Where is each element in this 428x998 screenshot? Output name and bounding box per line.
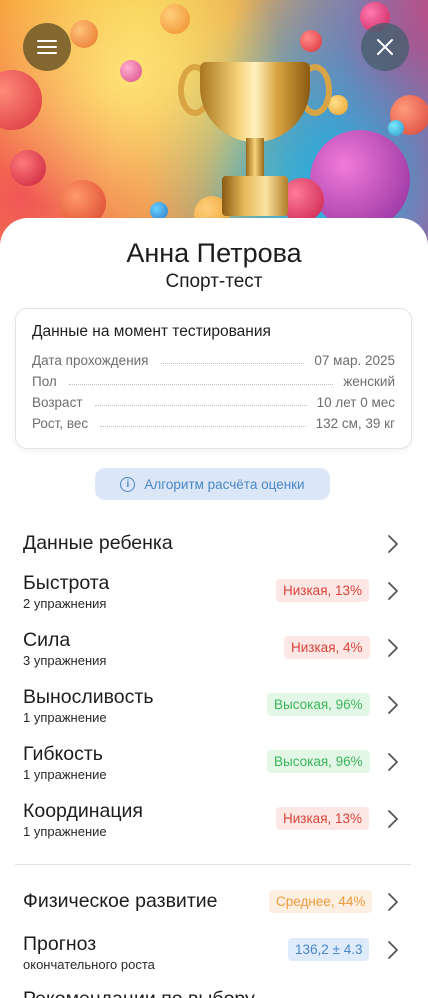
chevron-right-icon xyxy=(388,893,398,911)
menu-icon xyxy=(37,40,57,54)
section-row-physical-development[interactable]: Физическое развитие Среднее, 44% xyxy=(0,885,428,935)
section-row-child-data[interactable]: Данные ребенка xyxy=(0,526,428,576)
section-row-height-forecast[interactable]: Прогноз окончательного роста 136,2 ± 4.3 xyxy=(0,931,428,981)
trophy-image xyxy=(200,62,310,142)
chevron-right-icon xyxy=(388,639,398,657)
section-subtitle: 2 упражнения xyxy=(23,596,107,611)
test-info-row: Возраст 10 лет 0 мес xyxy=(32,389,395,410)
chevron-right-icon xyxy=(388,810,398,828)
profile-subtitle: Спорт-тест xyxy=(165,271,263,292)
profile-name: Анна Петрова xyxy=(126,238,302,268)
section-row-endurance[interactable]: Выносливость 1 упражнение Высокая, 96% xyxy=(0,684,428,734)
section-subtitle: 1 упражнение xyxy=(23,767,107,782)
status-badge: Низкая, 4% xyxy=(284,636,370,659)
test-info-value: женский xyxy=(343,374,395,389)
section-divider xyxy=(15,864,411,865)
section-subtitle: 1 упражнение xyxy=(23,824,107,839)
section-title: Координация xyxy=(23,800,143,822)
section-title: Гибкость xyxy=(23,743,103,765)
test-info-value: 132 см, 39 кг xyxy=(315,416,395,431)
section-row-strength[interactable]: Сила 3 упражнения Низкая, 4% xyxy=(0,627,428,677)
chevron-right-icon xyxy=(388,535,398,553)
test-info-label: Возраст xyxy=(32,395,83,410)
section-title: Данные ребенка xyxy=(23,532,173,554)
hero-image xyxy=(0,0,428,250)
chevron-right-icon xyxy=(388,753,398,771)
section-row-recommendations[interactable]: Рекомендации по выбору xyxy=(0,986,428,998)
status-badge: Низкая, 13% xyxy=(276,807,370,830)
menu-button[interactable] xyxy=(23,23,71,71)
test-info-row: Рост, вес 132 см, 39 кг xyxy=(32,410,395,431)
test-info-value: 07 мар. 2025 xyxy=(314,353,395,368)
test-info-row: Пол женский xyxy=(32,368,395,389)
section-row-speed[interactable]: Быстрота 2 упражнения Низкая, 13% xyxy=(0,570,428,620)
info-icon: i xyxy=(120,476,136,492)
algorithm-button-label: Алгоритм расчёта оценки xyxy=(144,476,305,492)
section-title: Быстрота xyxy=(23,572,110,594)
content-sheet: Анна Петрова Спорт-тест Данные на момент… xyxy=(0,218,428,998)
section-subtitle: 1 упражнение xyxy=(23,710,107,725)
test-info-label: Пол xyxy=(32,374,57,389)
section-title: Сила xyxy=(23,629,71,651)
section-title: Прогноз xyxy=(23,933,97,955)
status-badge: 136,2 ± 4.3 xyxy=(288,938,370,961)
section-row-flexibility[interactable]: Гибкость 1 упражнение Высокая, 96% xyxy=(0,741,428,791)
close-icon xyxy=(377,39,393,55)
status-badge: Среднее, 44% xyxy=(269,890,373,913)
status-badge: Низкая, 13% xyxy=(276,579,370,602)
algorithm-button[interactable]: i Алгоритм расчёта оценки xyxy=(95,468,330,500)
close-button[interactable] xyxy=(361,23,409,71)
section-title: Выносливость xyxy=(23,686,154,708)
test-info-row: Дата прохождения 07 мар. 2025 xyxy=(32,347,395,368)
test-info-card: Данные на момент тестирования Дата прохо… xyxy=(15,308,412,449)
section-title: Физическое развитие xyxy=(23,890,218,912)
test-info-value: 10 лет 0 мес xyxy=(316,395,395,410)
section-subtitle: 3 упражнения xyxy=(23,653,107,668)
chevron-right-icon xyxy=(388,941,398,959)
section-subtitle: окончательного роста xyxy=(23,957,155,972)
section-row-coordination[interactable]: Координация 1 упражнение Низкая, 13% xyxy=(0,798,428,848)
test-info-label: Рост, вес xyxy=(32,416,89,431)
section-title: Рекомендации по выбору xyxy=(23,988,255,998)
test-info-title: Данные на момент тестирования xyxy=(32,323,271,340)
chevron-right-icon xyxy=(388,582,398,600)
chevron-right-icon xyxy=(388,696,398,714)
status-badge: Высокая, 96% xyxy=(267,693,370,716)
test-info-label: Дата прохождения xyxy=(32,353,149,368)
status-badge: Высокая, 96% xyxy=(267,750,370,773)
